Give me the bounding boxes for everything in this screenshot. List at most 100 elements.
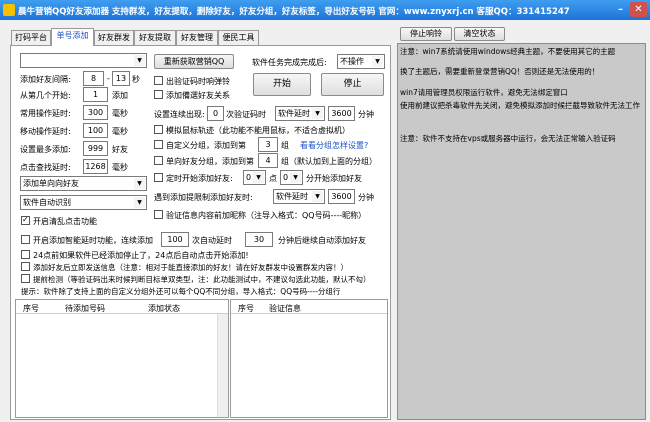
col-index: 序号	[23, 304, 39, 313]
notice-24-label: 24点前如果软件已经添加停止了，24点后自动点击开始添加!	[33, 251, 249, 260]
custom-group-label: 自定义分组，添加到第	[166, 141, 246, 150]
interval-to-input[interactable]: 13	[112, 71, 130, 86]
interval-from-input[interactable]: 8	[83, 71, 104, 86]
smart-tail-label: 分钟后继续自动添加好友	[278, 236, 366, 245]
refresh-qq-button[interactable]: 重新获取营销QQ	[154, 54, 234, 69]
col-verify-info: 验证信息	[269, 304, 301, 313]
click-delay-input[interactable]: 1268	[83, 159, 108, 174]
limit-action-select[interactable]: 软件延时 ▼	[273, 189, 325, 204]
custom-group-unit: 组	[281, 141, 289, 150]
timed-minute-select[interactable]: 0 ▼	[280, 170, 303, 185]
pre-detect-checkbox[interactable]	[21, 274, 30, 283]
add-remark-label: 添加備選好友关系	[166, 91, 230, 100]
task-done-label: 软件任务完成完成后:	[252, 58, 327, 67]
pending-numbers-table[interactable]: 序号 待添加号码 添加状态	[15, 299, 229, 418]
col-add-status: 添加状态	[148, 304, 180, 313]
clear-click-label: 开启清乱点击功能	[33, 217, 97, 226]
start-index-input[interactable]: 1	[83, 87, 108, 102]
status-note-2: 换了主题后，需要重新登录营销QQ！否则还是无法使用的！	[400, 67, 600, 76]
custom-group-input[interactable]: 3	[258, 137, 278, 152]
tab-mass-send[interactable]: 好友群发	[94, 30, 134, 45]
tab-friend-extract[interactable]: 好友提取	[134, 30, 176, 45]
clear-click-checkbox[interactable]	[21, 215, 30, 225]
status-note-3: win7请用管理员权限运行软件，避免无法绑定窗口	[400, 88, 568, 97]
move-delay-input[interactable]: 100	[83, 123, 108, 138]
captcha-times-input[interactable]: 0	[207, 106, 224, 121]
status-log-panel[interactable]: 注意：win7系统请使用windows经典主题，不要使用其它的主题 换了主题后，…	[397, 43, 646, 420]
start-button[interactable]: 开始	[253, 73, 311, 96]
single-add-panel: ▼ 添加好友间隔: 8 - 13 秒 从第几个开始: 1 添加 常用操作延时: …	[10, 45, 391, 420]
captcha-action-select[interactable]: 软件延时 ▼	[275, 106, 325, 121]
minimize-icon[interactable]: –	[612, 2, 629, 17]
timed-dot-label: 点	[269, 174, 277, 183]
limit-minutes-input[interactable]: 3600	[328, 189, 355, 204]
timed-hour-select[interactable]: 0 ▼	[243, 170, 266, 185]
verify-info-table[interactable]: 序号 验证信息	[230, 299, 388, 418]
table-scrollbar[interactable]	[217, 314, 228, 417]
send-after-add-label: 添加好友后立即发送信息（注意：相对于能直接添加的好友！请在好友群发中设置群发内容…	[33, 263, 348, 272]
table-header: 序号 验证信息	[231, 300, 387, 314]
stop-button[interactable]: 停止	[321, 73, 384, 96]
common-delay-label: 常用操作延时:	[20, 109, 71, 118]
captcha-unit-1: 次验证码时	[226, 110, 266, 119]
interval-separator: -	[107, 74, 110, 83]
notice-24-checkbox[interactable]	[21, 250, 30, 259]
pre-detect-label: 提前检测（等验证码出来时候判断目标单双类型，注：此功能测试中，不建议勾选此功能，…	[33, 275, 371, 284]
add-mode-select[interactable]: 添加单向向好友 ▼	[20, 176, 147, 191]
simulate-mouse-checkbox[interactable]	[154, 125, 163, 134]
chevron-down-icon: ▼	[134, 178, 145, 189]
timed-unit-label: 分开始添加好友	[306, 174, 362, 183]
col-index: 序号	[238, 304, 254, 313]
import-hint: 提示：软件除了支持上面的自定义分组外还可以每个QQ不同分组，导入格式：QQ号码-…	[21, 287, 341, 296]
close-icon[interactable]: ✕	[630, 2, 647, 17]
col-pending-number: 待添加号码	[65, 304, 105, 313]
smart-delay-label: 开启添加智能延时功能，连续添加	[33, 236, 153, 245]
status-note-5: 注意：软件不支持在vps或服务器中运行，会无法正常输入验证码	[400, 134, 616, 143]
smart-count-input[interactable]: 100	[161, 232, 189, 247]
single-group-checkbox[interactable]	[154, 156, 163, 165]
common-delay-unit: 毫秒	[112, 109, 128, 118]
account-select[interactable]: ▼	[20, 53, 147, 68]
move-delay-label: 移动操作延时:	[20, 127, 71, 136]
title-bar: 晨牛营销QQ好友添加器 支持群发，好友提取，删除好友，好友分组，好友标签，导出好…	[0, 0, 650, 20]
limit-unit: 分钟	[358, 193, 374, 202]
verify-nickname-checkbox[interactable]	[154, 210, 163, 219]
tab-single-add[interactable]: 单号添加	[51, 28, 94, 46]
add-remark-checkbox[interactable]	[154, 90, 163, 99]
send-after-add-checkbox[interactable]	[21, 262, 30, 271]
common-delay-input[interactable]: 300	[83, 105, 108, 120]
chevron-down-icon: ▼	[134, 55, 145, 66]
app-logo-icon	[3, 4, 15, 16]
how-group-link[interactable]: 看看分组怎样设置?	[300, 140, 368, 151]
chevron-down-icon: ▼	[312, 191, 323, 202]
start-index-unit: 添加	[112, 91, 128, 100]
verify-pause-checkbox[interactable]	[154, 76, 163, 85]
chevron-down-icon: ▼	[312, 108, 323, 119]
verify-pause-label: 出验证码时响弹铃	[166, 77, 230, 86]
clear-status-button[interactable]: 清空状态	[454, 27, 505, 41]
click-delay-label: 点击查找延时:	[20, 163, 71, 172]
tab-friend-manage[interactable]: 好友管理	[176, 30, 218, 45]
smart-mid-label: 次自动延时	[192, 236, 232, 245]
single-group-unit: 组（默认加到上面的分组）	[281, 157, 377, 166]
chevron-down-icon: ▼	[134, 197, 145, 208]
simulate-mouse-label: 模拟鼠标轨迹（此功能不能用鼠标，不适合虚拟机）	[166, 126, 350, 135]
verify-mode-select[interactable]: 软件自动识别 ▼	[20, 195, 147, 210]
timed-start-label: 定时开始添加好友:	[166, 174, 233, 183]
timed-start-checkbox[interactable]	[154, 173, 163, 182]
window-title: 晨牛营销QQ好友添加器 支持群发，好友提取，删除好友，好友分组，好友标签，导出好…	[18, 7, 570, 17]
move-delay-unit: 毫秒	[112, 127, 128, 136]
single-group-input[interactable]: 4	[258, 153, 278, 168]
captcha-seconds-input[interactable]: 3600	[328, 106, 355, 121]
stop-ring-button[interactable]: 停止响铃	[400, 27, 452, 41]
task-done-select[interactable]: 不操作 ▼	[337, 54, 385, 69]
custom-group-checkbox[interactable]	[154, 140, 163, 149]
tab-captcha-platform[interactable]: 打码平台	[11, 30, 51, 45]
verify-nickname-label: 验证信息内容前加昵称（注导入格式：QQ号码----昵称）	[166, 211, 367, 220]
smart-delay-checkbox[interactable]	[21, 235, 30, 244]
max-add-input[interactable]: 999	[83, 141, 108, 156]
max-add-unit: 好友	[112, 145, 128, 154]
status-note-4: 使用前建议把杀毒软件先关闭，避免模拟添加时候拦截导致软件无法工作	[400, 101, 640, 110]
smart-minutes-input[interactable]: 30	[245, 232, 273, 247]
tab-tools[interactable]: 便民工具	[218, 30, 259, 45]
